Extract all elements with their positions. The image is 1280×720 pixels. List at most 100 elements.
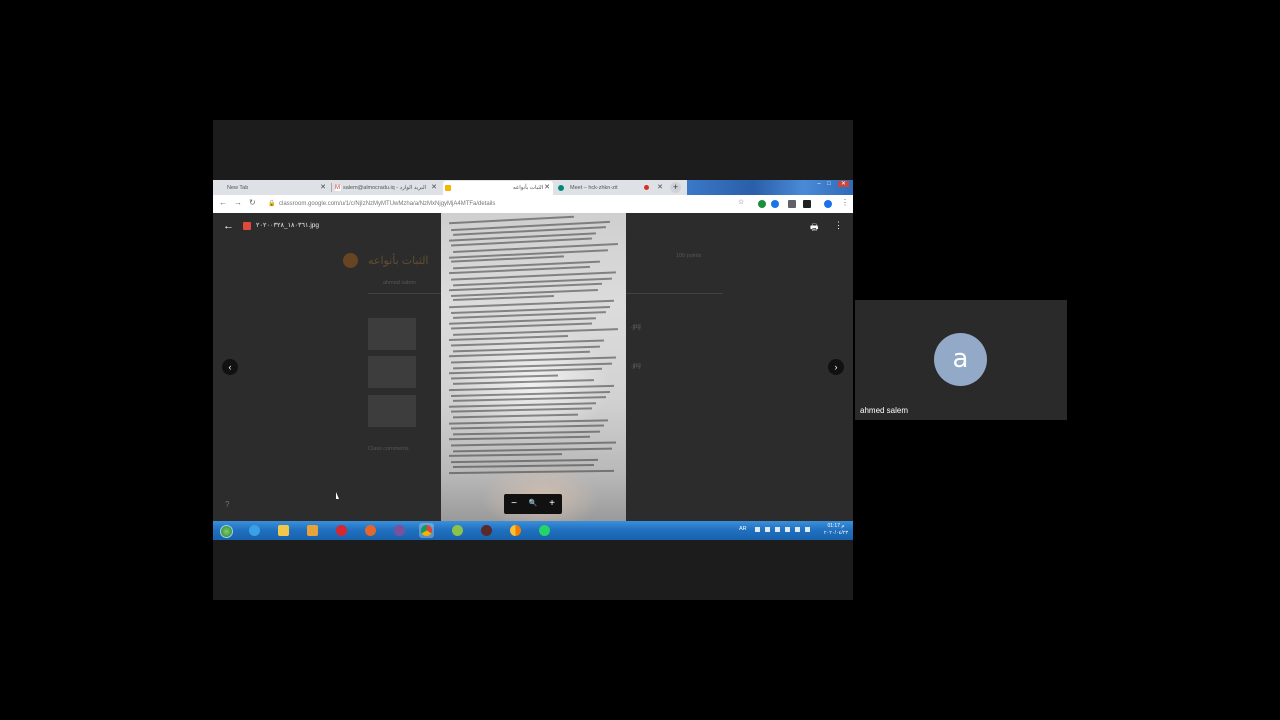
assignment-icon	[343, 253, 358, 268]
image-viewer: الثبات بأنواعه ahmed salem 100 points .j…	[213, 213, 853, 521]
chrome-icon	[421, 525, 432, 536]
more-options-icon[interactable]: ⋮	[834, 220, 843, 231]
taskbar-media[interactable]	[305, 523, 320, 538]
taskbar-chrome[interactable]	[419, 523, 434, 538]
windows-logo-icon	[220, 525, 233, 538]
screen-share: New Tab ✕ M salem@almocradu.iq - البريد …	[213, 180, 853, 540]
class-comments-label: Class comments	[368, 446, 409, 452]
app-icon	[481, 525, 492, 536]
tab-title: الثبات بأنواعه	[513, 185, 544, 191]
close-icon[interactable]: ✕	[544, 181, 550, 195]
star-icon[interactable]: ☆	[738, 198, 744, 206]
profile-avatar[interactable]	[824, 200, 832, 208]
browser-toolbar: ← → ↻ 🔒 classroom.google.com/u/1/c/NjIzN…	[213, 195, 853, 214]
forward-icon[interactable]: →	[234, 198, 242, 207]
assignment-author: ahmed salem	[383, 280, 417, 286]
tab-gmail[interactable]: M salem@almocradu.iq - البريد الوارد ✕	[333, 181, 440, 195]
folder-icon	[278, 525, 289, 536]
assignment-points: 100 points	[676, 253, 702, 259]
taskbar-ie[interactable]	[247, 523, 262, 538]
back-icon[interactable]: ←	[219, 198, 227, 207]
taskbar-opera[interactable]	[334, 523, 349, 538]
attachment-thumbnail[interactable]	[368, 318, 416, 350]
desktop-background-strip: – □ ✕	[687, 180, 853, 195]
zoom-reset-button[interactable]: 🔍	[526, 497, 540, 511]
close-icon[interactable]: ✕	[431, 181, 437, 195]
participant-name: ahmed salem	[860, 406, 909, 415]
attachment-thumbnail[interactable]	[368, 395, 416, 427]
new-tab-button[interactable]: +	[670, 182, 681, 193]
file-name: ١٨٠٣٦١_٢٠٢٠٠٣٢٨.jpg	[256, 222, 319, 229]
gmail-icon: M	[335, 185, 341, 191]
tab-new-tab[interactable]: New Tab ✕	[217, 181, 329, 195]
next-button[interactable]: ›	[828, 359, 844, 375]
previous-button[interactable]: ‹	[222, 359, 238, 375]
back-arrow-icon[interactable]: ←	[223, 220, 234, 232]
zoom-in-button[interactable]: +	[545, 497, 559, 511]
extension-icon[interactable]	[788, 200, 796, 208]
windows-taskbar: AR 01:17 م ٢٠٢٠/٠٤/٢٣	[213, 521, 853, 540]
extension-icon[interactable]	[758, 200, 766, 208]
show-hidden-icons-icon[interactable]	[755, 527, 760, 532]
app-icon	[452, 525, 463, 536]
system-tray: AR 01:17 م ٢٠٢٠/٠٤/٢٣	[733, 521, 853, 540]
address-bar[interactable]: 🔒 classroom.google.com/u/1/c/NjIzNzMyMTU…	[268, 198, 628, 210]
classroom-icon	[445, 185, 451, 191]
taskbar-firefox[interactable]	[363, 523, 378, 538]
participant-tile[interactable]: a ahmed salem	[855, 300, 1067, 420]
taskbar-app-orange[interactable]	[508, 523, 523, 538]
app-icon	[510, 525, 521, 536]
firefox-icon	[365, 525, 376, 536]
whatsapp-icon	[539, 525, 550, 536]
network-icon[interactable]	[785, 527, 790, 532]
document-text-line	[452, 447, 613, 452]
maximize-button[interactable]: □	[825, 181, 833, 187]
tab-title: salem@almocradu.iq - البريد الوارد	[343, 185, 427, 191]
print-icon[interactable]: 🖶	[810, 220, 819, 236]
close-icon[interactable]: ✕	[320, 181, 326, 195]
opera-icon	[336, 525, 347, 536]
minimize-button[interactable]: –	[815, 181, 823, 187]
start-button[interactable]	[218, 523, 233, 538]
chrome-tab-strip: New Tab ✕ M salem@almocradu.iq - البريد …	[213, 180, 853, 195]
taskbar-app-dark[interactable]	[479, 523, 494, 538]
tab-classroom[interactable]: الثبات بأنواعه ✕	[443, 181, 553, 195]
close-icon[interactable]: ✕	[657, 181, 663, 195]
viber-icon	[394, 525, 405, 536]
mouse-cursor	[336, 492, 339, 499]
clock-time: 01:17 م	[827, 523, 845, 529]
recording-icon	[644, 185, 649, 190]
taskbar-app-green[interactable]	[450, 523, 465, 538]
window-close-button[interactable]: ✕	[838, 181, 849, 187]
document-text-line	[448, 453, 563, 458]
help-icon[interactable]: ?	[225, 500, 229, 509]
language-indicator[interactable]: AR	[739, 526, 747, 532]
tab-title: Meet – hck-zhkn-zit	[570, 185, 618, 191]
internet-explorer-icon	[249, 525, 260, 536]
assignment-title: الثبات بأنواعه	[368, 255, 429, 267]
clock[interactable]: 01:17 م ٢٠٢٠/٠٤/٢٣	[821, 523, 851, 537]
reload-icon[interactable]: ↻	[249, 198, 256, 207]
menu-icon[interactable]: ⋮	[841, 198, 849, 207]
extension-icon[interactable]	[771, 200, 779, 208]
meet-main-stage: New Tab ✕ M salem@almocradu.iq - البريد …	[213, 120, 853, 600]
attachment-filename: .jpg	[631, 363, 641, 369]
attachment-thumbnail[interactable]	[368, 356, 416, 388]
url-text: classroom.google.com/u/1/c/NjIzNzMyMTUwM…	[279, 201, 496, 207]
taskbar-explorer[interactable]	[276, 523, 291, 538]
media-player-icon	[307, 525, 318, 536]
tab-meet[interactable]: Meet – hck-zhkn-zit ✕	[556, 181, 666, 195]
display-icon[interactable]	[775, 527, 780, 532]
viewer-header: ← ١٨٠٣٦١_٢٠٢٠٠٣٢٨.jpg 🖶 ⋮	[213, 213, 853, 239]
zoom-out-button[interactable]: −	[507, 497, 521, 511]
signal-icon[interactable]	[795, 527, 800, 532]
lock-icon: 🔒	[268, 201, 276, 207]
meet-icon	[558, 185, 564, 191]
volume-icon[interactable]	[805, 527, 810, 532]
taskbar-whatsapp[interactable]	[537, 523, 552, 538]
flag-icon[interactable]	[765, 527, 770, 532]
taskbar-viber[interactable]	[392, 523, 407, 538]
avatar: a	[934, 333, 987, 386]
extension-icon[interactable]	[803, 200, 811, 208]
tab-divider	[331, 183, 332, 192]
